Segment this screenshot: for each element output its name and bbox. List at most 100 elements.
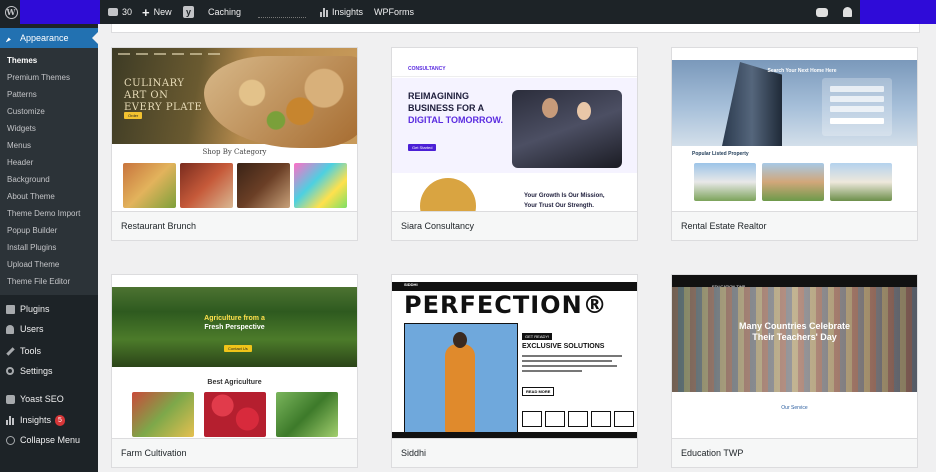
property-thumb: [694, 163, 756, 201]
preview-section-title: Best Agriculture: [207, 379, 262, 386]
sidebar-item-yoast-seo[interactable]: Yoast SEO: [0, 389, 98, 409]
sidebar-item-appearance[interactable]: Appearance: [0, 28, 98, 48]
preview-tag: GET READY!: [522, 333, 553, 340]
theme-card[interactable]: Search Your Next Home Here Popular Liste…: [671, 47, 918, 241]
traffic-sparkline: [258, 14, 306, 18]
theme-name: Farm Cultivation: [112, 438, 357, 467]
preview-nav: [112, 275, 357, 287]
submenu-about-theme[interactable]: About Theme: [7, 192, 55, 201]
submenu-premium-themes[interactable]: Premium Themes: [7, 73, 70, 82]
wpforms-button[interactable]: WPForms: [374, 0, 414, 24]
preview-icon-row: [522, 411, 634, 427]
preview-hero-title: Search Your Next Home Here: [767, 68, 837, 74]
preview-cta: Get Started: [408, 144, 437, 151]
notifications-button[interactable]: [843, 0, 852, 24]
submenu-patterns[interactable]: Patterns: [7, 90, 37, 99]
hero-photo: [512, 90, 622, 168]
theme-screenshot[interactable]: Search Your Next Home Here Popular Liste…: [672, 48, 917, 211]
caching-button[interactable]: Caching: [208, 0, 241, 24]
paintbrush-icon: [5, 37, 11, 43]
sidebar-item-tools[interactable]: Tools: [0, 341, 98, 361]
yoast-icon: [5, 394, 15, 404]
sidebar-item-label: Settings: [20, 366, 53, 376]
preview-cta: Contact Us: [224, 345, 252, 352]
submenu-theme-file-editor[interactable]: Theme File Editor: [7, 277, 70, 286]
submenu-popup-builder[interactable]: Popup Builder: [7, 226, 57, 235]
preview-hero-subtitle: Fresh Perspective: [204, 324, 265, 331]
hero-photo-person: [577, 102, 591, 120]
sidebar-item-label: Yoast SEO: [20, 394, 64, 404]
preview-topbar: [392, 275, 637, 282]
preview-category-heading: Shop By Category: [202, 148, 267, 156]
sidebar-item-insights[interactable]: Insights 5: [0, 410, 98, 430]
previous-row-bottom: [111, 24, 920, 33]
submenu-theme-demo-import[interactable]: Theme Demo Import: [7, 209, 80, 218]
admin-bar: W 30 + New y Caching Insights WPForms: [0, 0, 936, 24]
admin-bar-highlight-right: [860, 0, 936, 24]
hero-photo-person: [542, 98, 558, 118]
submenu-install-plugins[interactable]: Install Plugins: [7, 243, 56, 252]
submenu-themes[interactable]: Themes: [7, 56, 37, 65]
category-tile: [180, 163, 233, 208]
property-thumb: [762, 163, 824, 201]
property-thumb: [830, 163, 892, 201]
theme-card[interactable]: Agriculture from a Fresh Perspective Con…: [111, 274, 358, 468]
hero-photo-person: [445, 344, 475, 434]
new-content-button[interactable]: + New: [142, 0, 172, 24]
sidebar-item-label: Users: [20, 324, 44, 334]
preview-topbar: [392, 48, 637, 62]
notifications-chat-button[interactable]: [816, 0, 828, 24]
submenu-upload-theme[interactable]: Upload Theme: [7, 260, 59, 269]
preview-logo: CONSULTANCY: [408, 66, 446, 72]
admin-sidebar: Appearance Themes Premium Themes Pattern…: [0, 24, 98, 472]
insights-label: Insights: [332, 7, 364, 17]
caching-label: Caching: [208, 7, 242, 17]
users-icon: [6, 324, 14, 334]
preview-hero-title: REIMAGINING BUSINESS FOR A DIGITAL TOMOR…: [408, 91, 503, 125]
theme-card[interactable]: CULINARY ART ON EVERY PLATE Order Shop B…: [111, 47, 358, 241]
submenu-background[interactable]: Background: [7, 175, 50, 184]
comment-icon: [108, 8, 118, 16]
preview-hero-title: Many Countries Celebrate Their Teachers'…: [738, 321, 851, 342]
insights-button[interactable]: Insights: [320, 0, 363, 24]
submenu-header[interactable]: Header: [7, 158, 33, 167]
preview-hero-title: CULINARY ART ON EVERY PLATE: [124, 78, 203, 113]
sidebar-item-settings[interactable]: Settings: [0, 361, 98, 381]
wordpress-icon: W: [4, 5, 18, 19]
comments-count: 30: [122, 7, 133, 17]
submenu-menus[interactable]: Menus: [7, 141, 31, 150]
comments-button[interactable]: 30: [108, 0, 132, 24]
wpforms-label: WPForms: [374, 7, 414, 17]
theme-screenshot[interactable]: CONSULTANCY REIMAGINING BUSINESS FOR A D…: [392, 48, 637, 211]
wordpress-logo-button[interactable]: W: [2, 0, 20, 24]
collapse-menu-button[interactable]: Collapse Menu: [0, 430, 98, 450]
bell-icon: [843, 7, 852, 17]
yoast-button[interactable]: y: [183, 0, 194, 24]
preview-subheading: EXCLUSIVE SOLUTIONS: [522, 343, 605, 350]
product-tile: [204, 392, 266, 437]
theme-screenshot[interactable]: Agriculture from a Fresh Perspective Con…: [112, 275, 357, 438]
sidebar-item-users[interactable]: Users: [0, 319, 98, 339]
plus-icon: +: [142, 4, 150, 20]
theme-card[interactable]: EDUCATION TWP Many Countries Celebrate T…: [671, 274, 918, 468]
submenu-customize[interactable]: Customize: [7, 107, 45, 116]
preview-subheading: Your Growth Is Our Mission, Your Trust O…: [524, 193, 605, 209]
theme-screenshot[interactable]: CULINARY ART ON EVERY PLATE Order Shop B…: [112, 48, 357, 211]
sidebar-item-plugins[interactable]: Plugins: [0, 299, 98, 319]
preview-read-more: READ MORE: [522, 387, 555, 396]
theme-screenshot[interactable]: EDUCATION TWP Many Countries Celebrate T…: [672, 275, 917, 438]
submenu-widgets[interactable]: Widgets: [7, 124, 36, 133]
appearance-submenu: Themes Premium Themes Patterns Customize…: [0, 48, 98, 295]
theme-name: Education TWP: [672, 438, 917, 467]
sidebar-item-label: Insights: [20, 415, 52, 425]
category-tile: [237, 163, 290, 208]
theme-card[interactable]: CONSULTANCY REIMAGINING BUSINESS FOR A D…: [391, 47, 638, 241]
theme-name: Restaurant Brunch: [112, 211, 357, 240]
search-form-preview: [822, 78, 892, 136]
preview-hero-title: PERFECTION®: [404, 291, 608, 319]
theme-card[interactable]: SIDDHI PERFECTION® GET READY! EXCLUSIVE …: [391, 274, 638, 468]
preview-nav: [112, 48, 357, 60]
theme-screenshot[interactable]: SIDDHI PERFECTION® GET READY! EXCLUSIVE …: [392, 275, 637, 438]
settings-icon: [6, 367, 14, 375]
preview-section-title: Our Service: [781, 405, 808, 411]
